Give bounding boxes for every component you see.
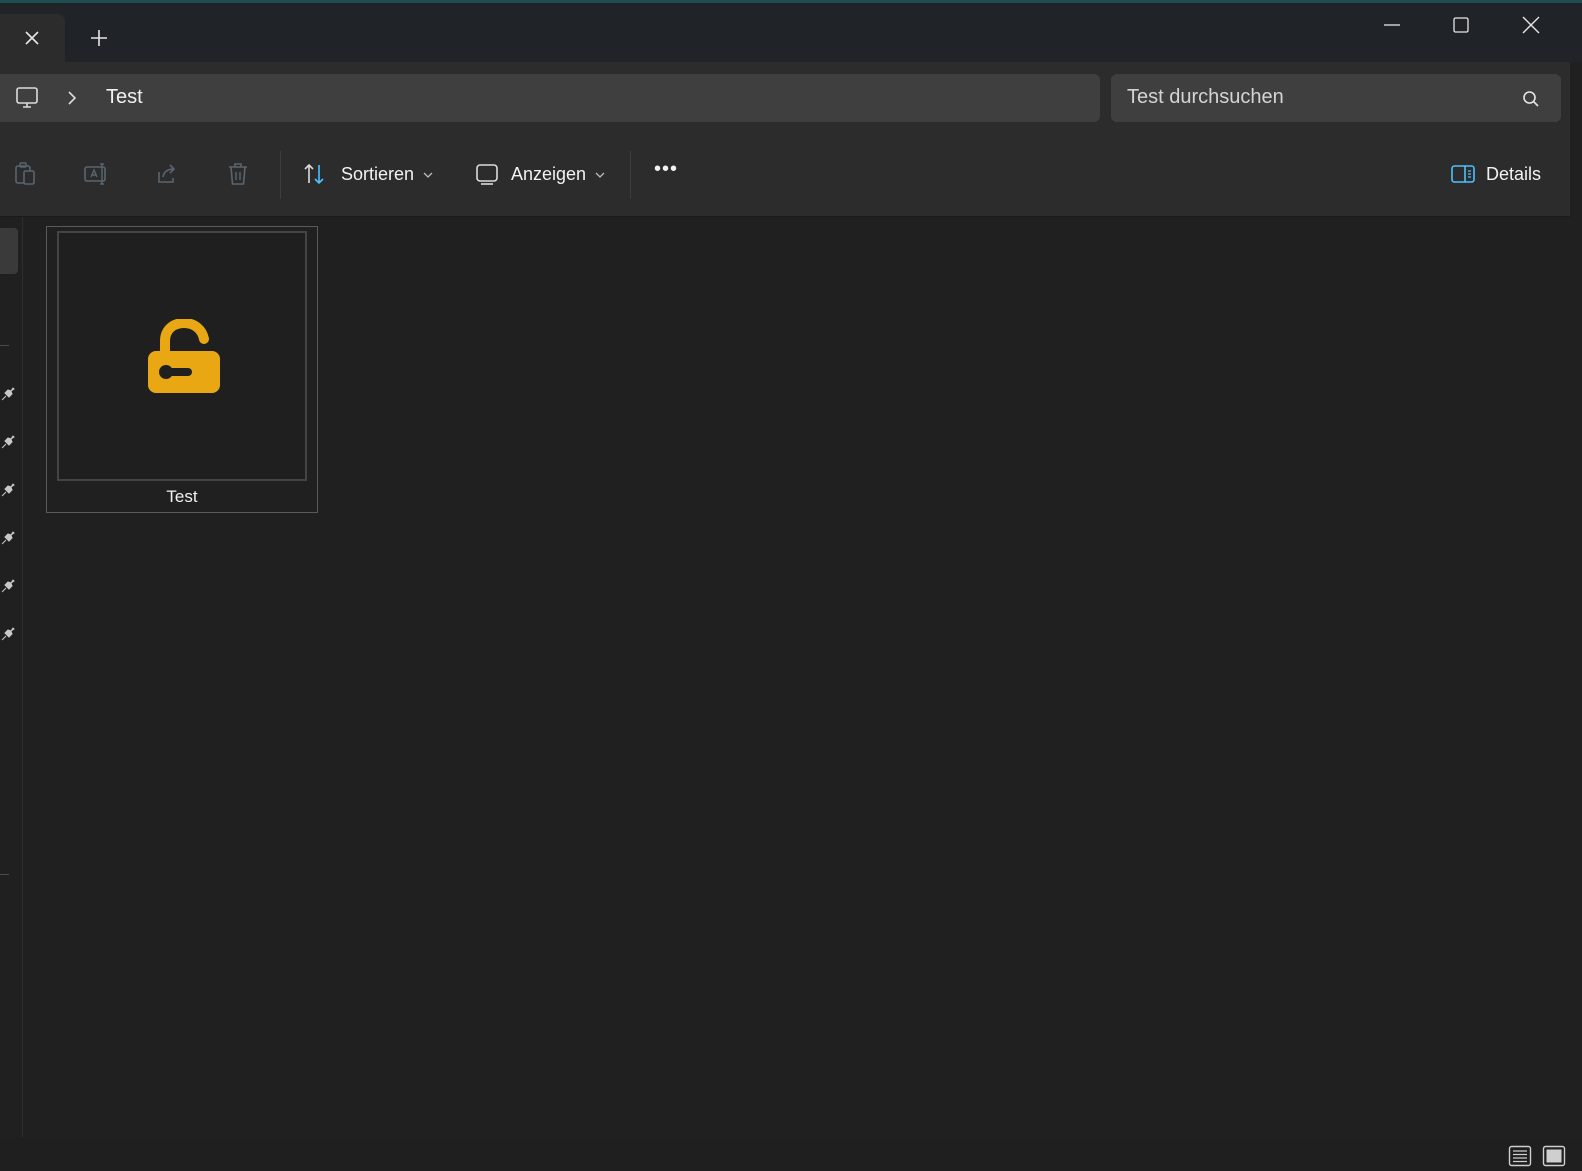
accent-line <box>0 0 1582 3</box>
pin-icon <box>0 434 16 450</box>
pin-icon <box>0 482 16 498</box>
toolbar-separator <box>280 151 281 199</box>
minimize-icon[interactable] <box>1379 12 1405 38</box>
computer-icon[interactable] <box>14 86 40 110</box>
more-options-button[interactable]: ••• <box>654 158 678 181</box>
search-input[interactable]: Test durchsuchen <box>1127 86 1284 109</box>
pin-icon <box>0 386 16 402</box>
nav-separator <box>0 345 9 346</box>
sort-button[interactable]: Sortieren <box>341 164 414 185</box>
nav-separator <box>0 874 9 875</box>
search-icon[interactable] <box>1521 89 1541 109</box>
maximize-icon[interactable] <box>1448 12 1474 38</box>
delete-icon[interactable] <box>224 160 252 188</box>
pin-icon <box>0 578 16 594</box>
close-tab-icon[interactable] <box>22 28 42 48</box>
nav-selected-item[interactable] <box>0 228 18 274</box>
details-button[interactable]: Details <box>1486 164 1541 185</box>
rename-icon[interactable] <box>82 160 110 188</box>
sort-icon[interactable] <box>301 160 329 188</box>
address-bar[interactable] <box>0 74 1100 122</box>
unlocked-padlock-icon <box>147 319 221 397</box>
details-view-icon[interactable] <box>1508 1145 1532 1167</box>
file-name[interactable]: Test <box>47 487 317 507</box>
view-icon[interactable] <box>474 160 502 188</box>
pin-icon <box>0 530 16 546</box>
close-window-icon[interactable] <box>1518 12 1544 38</box>
breadcrumb-chevron-icon[interactable] <box>64 89 80 107</box>
new-tab-icon[interactable] <box>88 27 110 49</box>
toolbar-separator <box>630 151 631 199</box>
navigation-pane[interactable] <box>0 217 23 1137</box>
title-bar <box>0 0 1582 62</box>
details-pane-icon[interactable] <box>1449 160 1477 188</box>
file-item-test[interactable]: Test <box>46 226 318 513</box>
tab-test[interactable] <box>0 14 65 62</box>
status-bar <box>0 1138 1582 1171</box>
vertical-scrollbar[interactable] <box>1570 62 1582 1138</box>
view-dropdown-chevron-icon[interactable] <box>594 169 606 181</box>
file-thumbnail[interactable] <box>57 231 307 481</box>
large-icons-view-icon[interactable] <box>1542 1145 1566 1167</box>
pin-icon <box>0 626 16 642</box>
sort-dropdown-chevron-icon[interactable] <box>422 169 434 181</box>
paste-icon[interactable] <box>11 160 39 188</box>
view-button[interactable]: Anzeigen <box>511 164 586 185</box>
breadcrumb-item-test[interactable]: Test <box>106 86 143 109</box>
share-icon[interactable] <box>153 160 181 188</box>
